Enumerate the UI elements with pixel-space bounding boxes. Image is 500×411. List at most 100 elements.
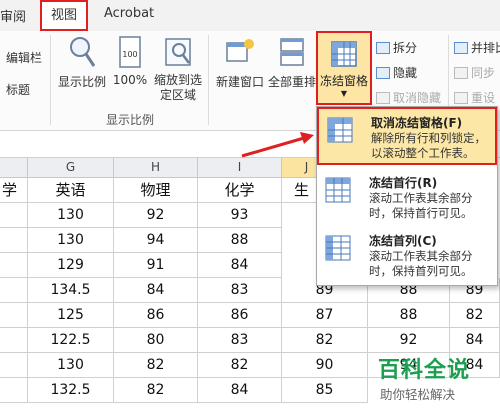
column-header-i[interactable]: I xyxy=(198,158,282,178)
table-cell[interactable] xyxy=(0,228,28,253)
table-cell[interactable]: 82 xyxy=(450,303,500,328)
table-cell[interactable]: 93 xyxy=(198,203,282,228)
tab-view[interactable]: 视图 xyxy=(40,0,88,31)
zoom-100-label: 100% xyxy=(112,73,148,87)
menu-item-unfreeze-panes[interactable]: 取消冻结窗格(F) 解除所有行和列锁定，以滚动整个工作表。 xyxy=(317,107,497,165)
unhide-icon xyxy=(376,91,390,104)
hide-button[interactable]: 隐藏 xyxy=(376,64,417,81)
arrange-all-icon xyxy=(280,38,304,66)
table-cell[interactable]: 122.5 xyxy=(28,328,114,353)
table-cell[interactable]: 88 xyxy=(198,228,282,253)
group-zoom-label: 显示比例 xyxy=(106,113,155,127)
table-cell[interactable]: 86 xyxy=(198,303,282,328)
table-cell[interactable]: 83 xyxy=(198,328,282,353)
menu-item-description: 滚动工作表其余部分时，保持首列可见。 xyxy=(369,249,473,278)
table-cell[interactable] xyxy=(0,328,28,353)
header-cell-english[interactable]: 英语 xyxy=(28,178,114,203)
table-cell[interactable]: 84 xyxy=(114,278,198,303)
table-cell[interactable] xyxy=(0,353,28,378)
group-separator xyxy=(208,35,209,125)
table-cell[interactable]: 130 xyxy=(28,353,114,378)
reset-position-label: 重设 xyxy=(471,91,496,105)
menu-item-title: 冻结首行(R) xyxy=(369,176,438,190)
formula-bar-label: 编辑栏 xyxy=(6,51,43,65)
table-cell[interactable]: 82 xyxy=(114,378,198,403)
new-window-icon xyxy=(226,39,254,62)
freeze-panes-button[interactable]: 冻结窗格 ▼ xyxy=(316,31,372,105)
table-cell[interactable]: 84 xyxy=(450,328,500,353)
table-cell[interactable]: 85 xyxy=(282,378,368,403)
table-cell[interactable]: 91 xyxy=(114,253,198,278)
unhide-button[interactable]: 取消隐藏 xyxy=(376,89,441,106)
menu-item-freeze-first-column[interactable]: 冻结首列(C) 滚动工作表其余部分时，保持首列可见。 xyxy=(317,227,497,285)
table-cell[interactable] xyxy=(0,303,28,328)
table-cell[interactable]: 82 xyxy=(198,353,282,378)
formula-bar-checkbox[interactable]: 编辑栏 xyxy=(6,49,42,66)
table-cell[interactable]: 129 xyxy=(28,253,114,278)
table-cell[interactable]: 82 xyxy=(282,328,368,353)
table-cell[interactable]: 90 xyxy=(282,353,368,378)
column-header-h[interactable]: H xyxy=(114,158,198,178)
table-cell[interactable]: 82 xyxy=(114,353,198,378)
side-by-side-icon xyxy=(454,41,468,54)
table-cell[interactable]: 87 xyxy=(282,303,368,328)
headings-label: 标题 xyxy=(6,83,31,97)
table-cell[interactable] xyxy=(0,278,28,303)
split-button[interactable]: 拆分 xyxy=(376,39,417,56)
freeze-top-row-icon xyxy=(325,177,351,203)
header-cell-chemistry[interactable]: 化学 xyxy=(198,178,282,203)
table-cell[interactable]: 125 xyxy=(28,303,114,328)
group-separator xyxy=(50,35,51,125)
freeze-panes-label: 冻结窗格 xyxy=(319,74,368,88)
reset-position-button[interactable]: 重设 xyxy=(454,89,495,106)
table-cell[interactable] xyxy=(0,203,28,228)
menu-item-title: 取消冻结窗格(F) xyxy=(371,116,463,130)
split-label: 拆分 xyxy=(393,41,418,55)
arrange-all-label: 全部重排 xyxy=(267,75,316,89)
table-cell[interactable]: 86 xyxy=(114,303,198,328)
svg-text:100: 100 xyxy=(122,50,137,59)
header-cell-physics[interactable]: 物理 xyxy=(114,178,198,203)
table-cell[interactable] xyxy=(0,253,28,278)
freeze-first-column-icon xyxy=(325,235,351,261)
table-cell[interactable]: 92 xyxy=(114,203,198,228)
split-icon xyxy=(376,41,390,54)
column-header-g[interactable]: G xyxy=(28,158,114,178)
new-window-button[interactable]: 新建窗口 xyxy=(212,35,268,90)
tab-acrobat[interactable]: Acrobat xyxy=(104,6,154,21)
menu-item-freeze-top-row[interactable]: 冻结首行(R) 滚动工作表其余部分时，保持首行可见。 xyxy=(317,169,497,227)
headings-checkbox[interactable]: 标题 xyxy=(6,81,30,98)
table-cell[interactable]: 130 xyxy=(28,203,114,228)
freeze-panes-icon xyxy=(331,41,357,67)
sync-scroll-button[interactable]: 同步 xyxy=(454,64,495,81)
table-cell[interactable]: 83 xyxy=(198,278,282,303)
unfreeze-panes-icon xyxy=(327,117,353,143)
zoom-selection-button[interactable]: 缩放到选定区域 xyxy=(150,35,206,103)
table-cell[interactable]: 92 xyxy=(368,328,450,353)
table-cell[interactable]: 88 xyxy=(368,303,450,328)
hide-icon xyxy=(376,66,390,79)
table-cell[interactable]: 94 xyxy=(114,228,198,253)
arrange-all-button[interactable]: 全部重排 xyxy=(266,35,318,90)
side-by-side-button[interactable]: 并排比 xyxy=(454,39,500,56)
column-header-partial[interactable] xyxy=(0,158,28,178)
watermark-subtitle: 助你轻松解决 xyxy=(380,387,456,402)
zoom-100-button[interactable]: 100 100% xyxy=(110,35,150,87)
zoom-button[interactable]: 显示比例 xyxy=(56,35,108,90)
zoom-selection-icon xyxy=(165,38,191,66)
page-100-icon: 100 xyxy=(119,36,141,68)
table-cell[interactable]: 132.5 xyxy=(28,378,114,403)
menu-item-description: 滚动工作表其余部分时，保持首行可见。 xyxy=(369,191,473,220)
table-cell[interactable]: 130 xyxy=(28,228,114,253)
sync-scroll-icon xyxy=(454,66,468,79)
table-cell[interactable]: 84 xyxy=(198,253,282,278)
menu-item-title: 冻结首列(C) xyxy=(369,234,437,248)
header-cell-partial[interactable]: 学 xyxy=(0,178,28,203)
table-cell[interactable]: 84 xyxy=(198,378,282,403)
table-cell[interactable] xyxy=(0,378,28,403)
side-by-side-label: 并排比 xyxy=(471,41,500,55)
table-cell[interactable]: 80 xyxy=(114,328,198,353)
tab-review[interactable]: 审阅 xyxy=(0,6,26,25)
watermark-title: 百科全说 xyxy=(378,358,471,383)
table-cell[interactable]: 134.5 xyxy=(28,278,114,303)
